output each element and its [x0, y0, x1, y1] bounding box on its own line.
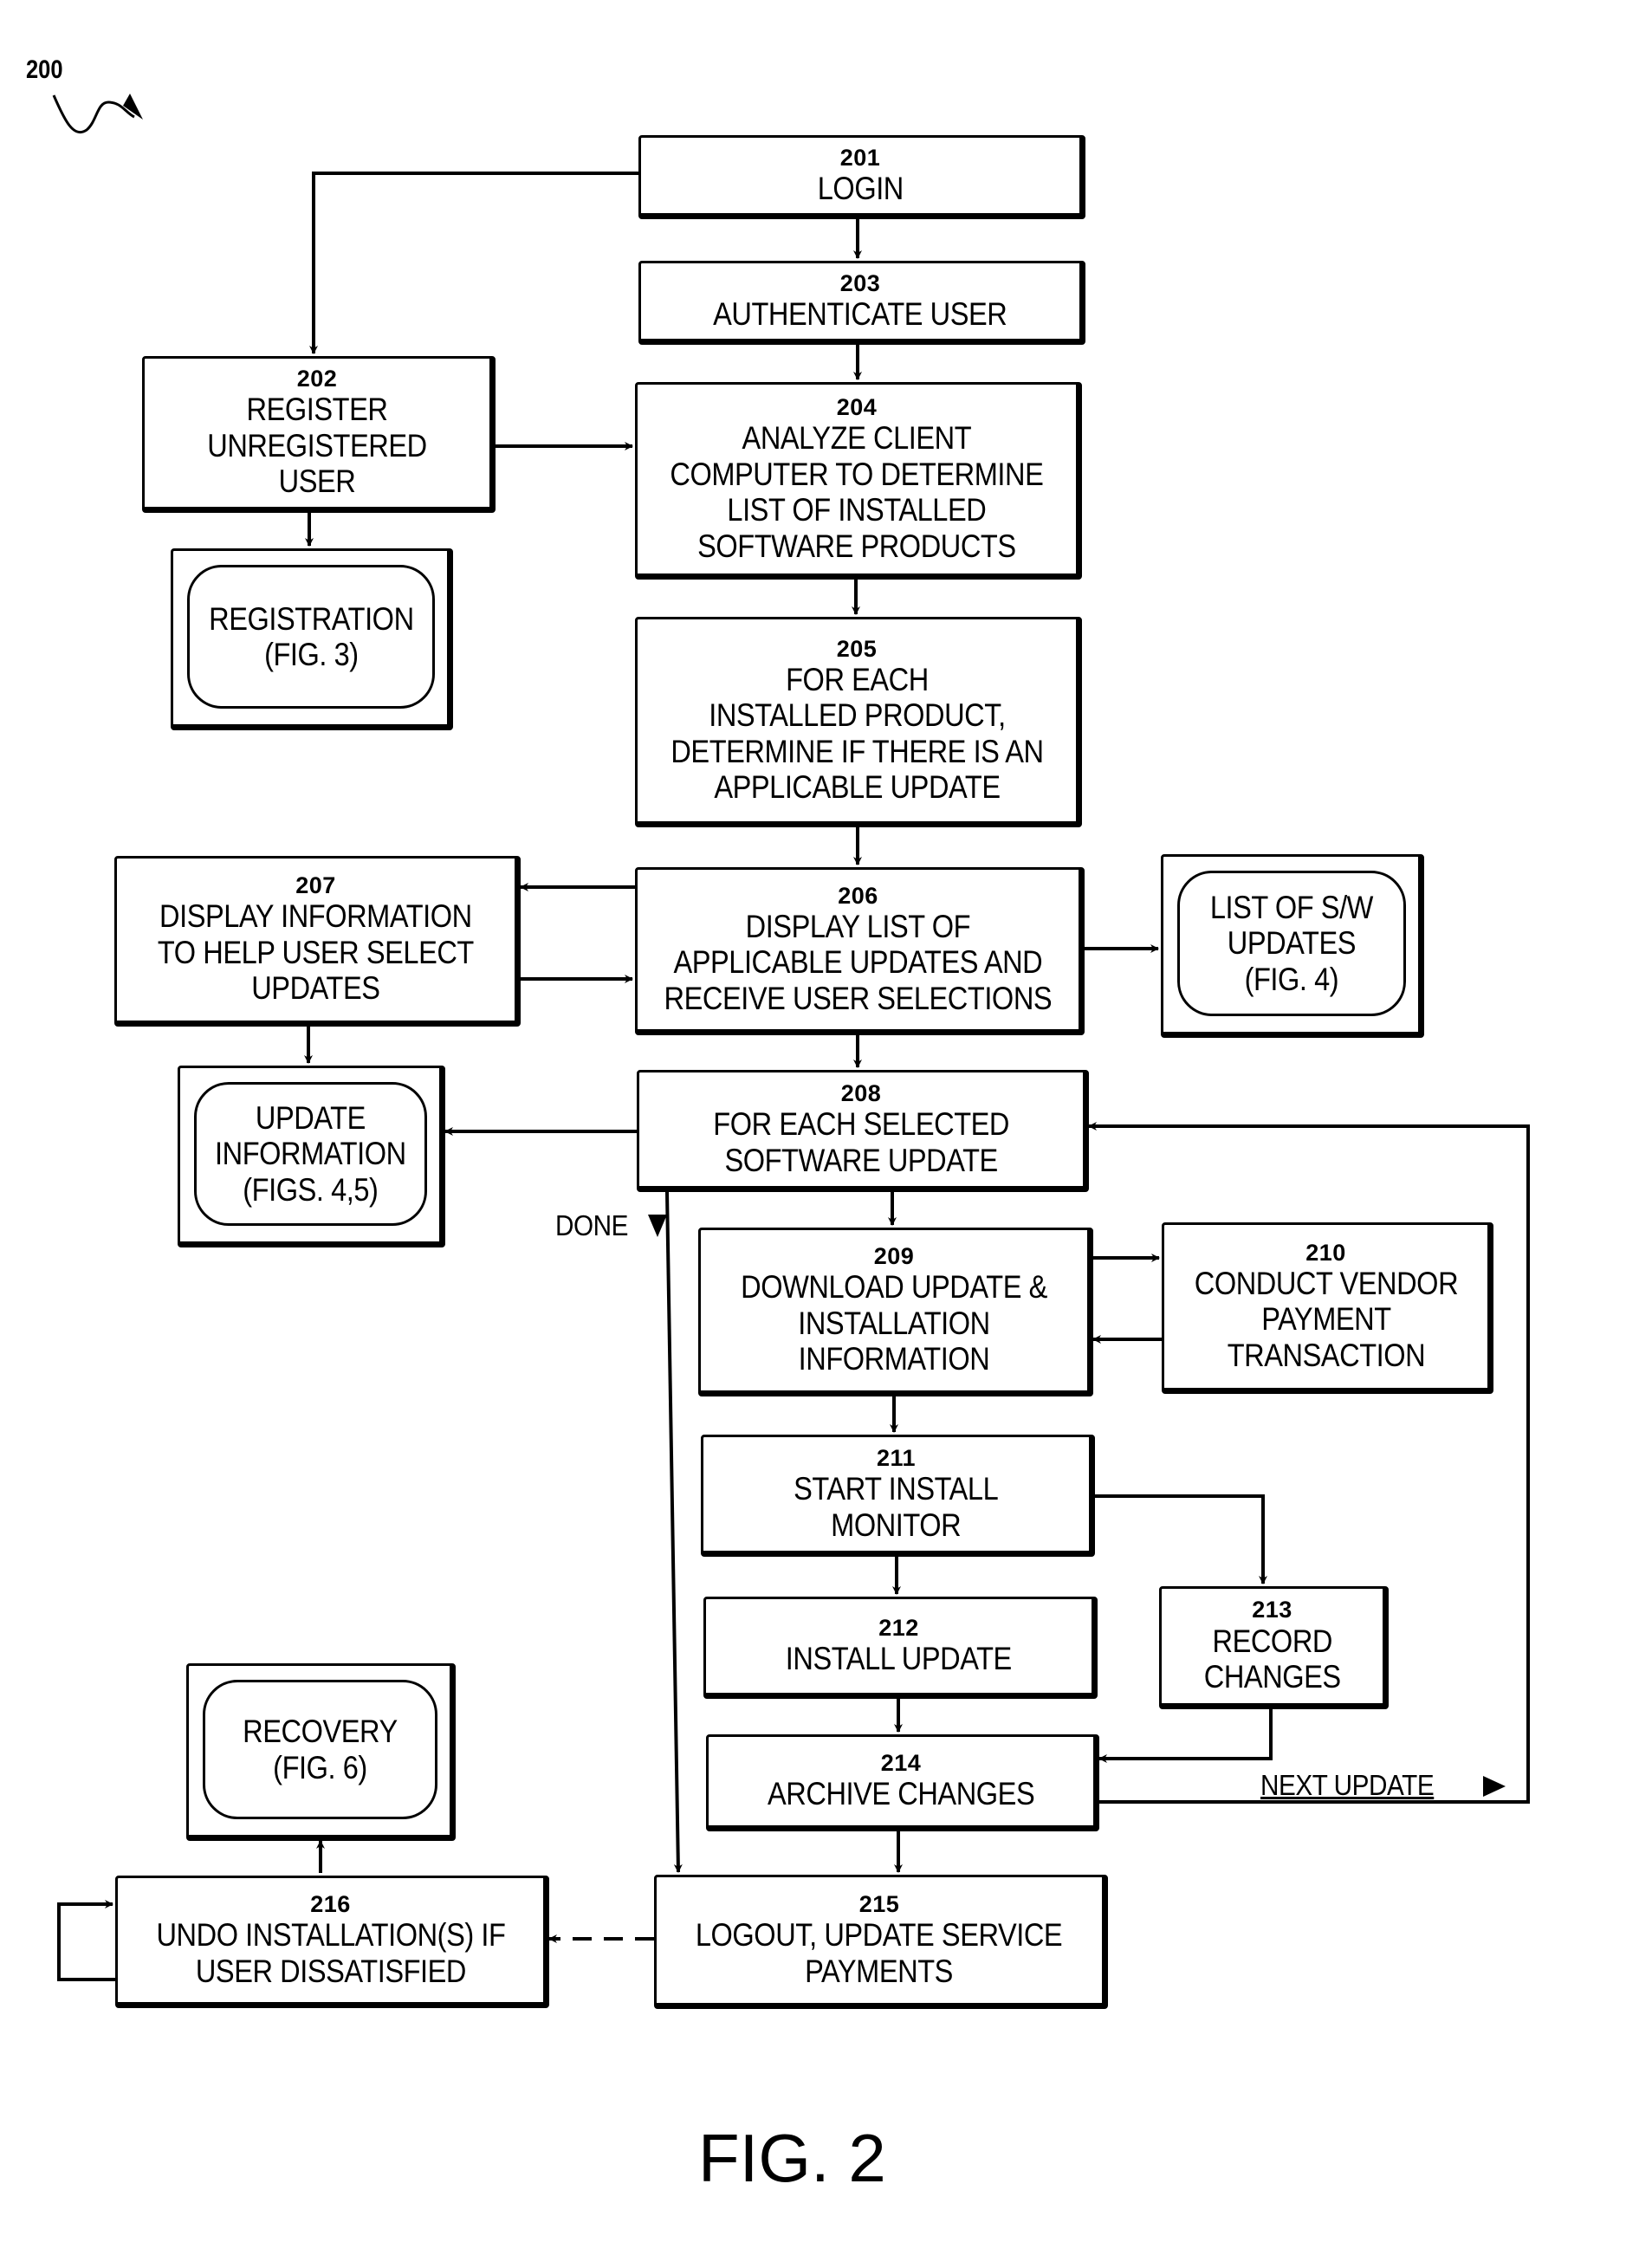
screen-display: RECOVERY (FIG. 6)	[203, 1680, 437, 1819]
edge-213-214	[1098, 1709, 1273, 1763]
step-215-logout: 215 LOGOUT, UPDATE SERVICE PAYMENTS	[654, 1875, 1108, 2009]
step-209-download-update: 209 DOWNLOAD UPDATE & INSTALLATION INFOR…	[698, 1228, 1093, 1396]
step-number: 213	[1252, 1597, 1292, 1623]
screen-recovery: RECOVERY (FIG. 6)	[186, 1663, 456, 1841]
figure-caption: FIG. 2	[698, 2120, 886, 2196]
step-216-undo-installation: 216 UNDO INSTALLATION(S) IF USER DISSATI…	[115, 1876, 549, 2008]
screen-update-information: UPDATE INFORMATION (FIGS. 4,5)	[178, 1066, 445, 1247]
screen-display: LIST OF S/W UPDATES (FIG. 4)	[1177, 871, 1406, 1016]
step-number: 211	[876, 1444, 917, 1471]
step-label: DOWNLOAD UPDATE & INSTALLATION INFORMATI…	[741, 1269, 1047, 1377]
step-label: CONDUCT VENDOR PAYMENT TRANSACTION	[1194, 1265, 1458, 1373]
step-label: RECORD CHANGES	[1203, 1623, 1341, 1695]
step-label: LOGOUT, UPDATE SERVICE PAYMENTS	[696, 1917, 1063, 1989]
screen-label: REGISTRATION (FIG. 3)	[208, 600, 414, 672]
screen-sw-updates: LIST OF S/W UPDATES (FIG. 4)	[1161, 854, 1424, 1038]
step-number: 202	[296, 366, 338, 392]
step-number: 209	[873, 1243, 915, 1270]
step-number: 206	[838, 882, 878, 909]
step-208-for-each-selected: 208 FOR EACH SELECTED SOFTWARE UPDATE	[637, 1070, 1089, 1192]
step-label: ARCHIVE CHANGES	[767, 1776, 1035, 1812]
edge-216-self-loop	[57, 1900, 115, 1981]
screen-registration: REGISTRATION (FIG. 3)	[171, 548, 453, 730]
step-number: 210	[1305, 1239, 1346, 1266]
screen-display: UPDATE INFORMATION (FIGS. 4,5)	[194, 1082, 427, 1226]
step-label: INSTALL UPDATE	[785, 1641, 1013, 1677]
figure-ref-number: 200	[26, 55, 63, 84]
edge-label-next-update: NEXT UPDATE	[1260, 1769, 1435, 1801]
step-number: 201	[839, 144, 881, 171]
edge-211-213	[1095, 1494, 1267, 1584]
step-214-archive-changes: 214 ARCHIVE CHANGES	[706, 1734, 1099, 1831]
screen-label: UPDATE INFORMATION (FIGS. 4,5)	[215, 1099, 406, 1208]
next-update-arrowhead-icon	[1483, 1776, 1506, 1797]
step-label: AUTHENTICATE USER	[713, 295, 1007, 332]
step-206-display-list: 206 DISPLAY LIST OF APPLICABLE UPDATES A…	[635, 867, 1085, 1035]
step-207-display-information: 207 DISPLAY INFORMATION TO HELP USER SEL…	[114, 856, 521, 1027]
step-label: REGISTER UNREGISTERED USER	[207, 392, 427, 500]
figure-ref-squiggle	[52, 94, 135, 133]
step-number: 216	[310, 1890, 351, 1917]
step-label: FOR EACH SELECTED SOFTWARE UPDATE	[713, 1106, 1009, 1178]
step-213-record-changes: 213 RECORD CHANGES	[1159, 1586, 1389, 1709]
step-210-vendor-payment: 210 CONDUCT VENDOR PAYMENT TRANSACTION	[1162, 1222, 1493, 1394]
step-212-install-update: 212 INSTALL UPDATE	[703, 1597, 1098, 1699]
step-number: 214	[880, 1750, 922, 1777]
step-211-start-install-monitor: 211 START INSTALL MONITOR	[701, 1435, 1095, 1557]
step-label: FOR EACH INSTALLED PRODUCT, DETERMINE IF…	[670, 661, 1044, 806]
step-number: 215	[858, 1890, 900, 1917]
edge-208-215-done	[665, 1191, 683, 1873]
step-205-determine-updates: 205 FOR EACH INSTALLED PRODUCT, DETERMIN…	[635, 617, 1082, 827]
step-number: 207	[295, 872, 336, 899]
step-label: DISPLAY INFORMATION TO HELP USER SELECT …	[157, 898, 475, 1007]
step-number: 208	[840, 1079, 882, 1106]
step-202-register-user: 202 REGISTER UNREGISTERED USER	[142, 356, 496, 513]
edge-label-done: DONE	[555, 1209, 629, 1241]
step-201-login: 201 LOGIN	[638, 135, 1085, 219]
screen-display: REGISTRATION (FIG. 3)	[187, 565, 435, 709]
step-label: START INSTALL MONITOR	[794, 1471, 999, 1543]
screen-label: RECOVERY (FIG. 6)	[243, 1714, 398, 1785]
step-number: 204	[836, 394, 878, 420]
step-label: ANALYZE CLIENT COMPUTER TO DETERMINE LIS…	[670, 420, 1044, 564]
step-number: 212	[878, 1615, 919, 1642]
step-number: 203	[839, 269, 881, 296]
step-204-analyze-client: 204 ANALYZE CLIENT COMPUTER TO DETERMINE…	[635, 382, 1082, 580]
edge-201-202	[309, 172, 638, 354]
step-203-authenticate-user: 203 AUTHENTICATE USER	[638, 261, 1085, 345]
step-label: UNDO INSTALLATION(S) IF USER DISSATISFIE…	[156, 1917, 505, 1989]
step-number: 205	[836, 635, 878, 662]
screen-label: LIST OF S/W UPDATES (FIG. 4)	[1209, 889, 1374, 997]
step-label: DISPLAY LIST OF APPLICABLE UPDATES AND R…	[664, 908, 1053, 1016]
step-label: LOGIN	[817, 170, 904, 206]
done-arrowhead-icon	[648, 1215, 667, 1237]
